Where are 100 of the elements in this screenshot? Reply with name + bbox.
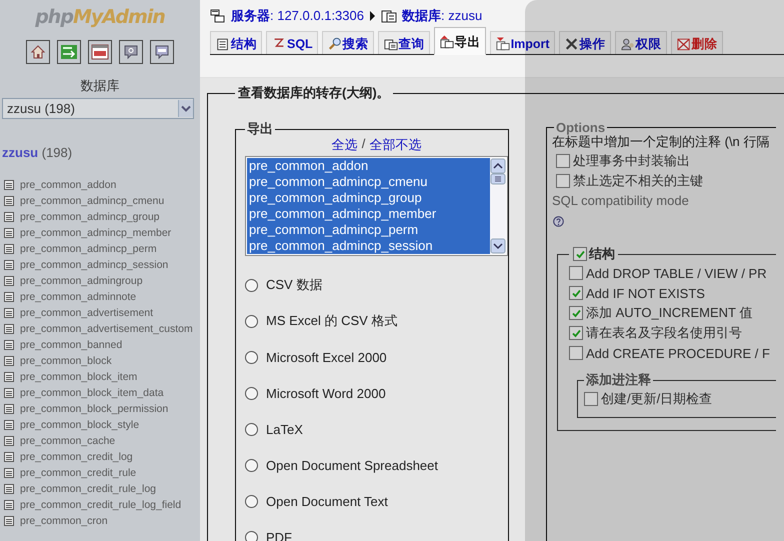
checkbox[interactable]	[569, 286, 583, 300]
checkbox[interactable]	[569, 346, 583, 360]
table-link[interactable]: pre_common_admincp_member	[20, 227, 172, 239]
exit-button[interactable]	[57, 40, 81, 64]
sql-button[interactable]	[88, 40, 112, 64]
radio-button[interactable]	[245, 314, 258, 328]
format-label[interactable]: LaTeX	[266, 422, 303, 436]
checkbox[interactable]	[556, 154, 570, 168]
table-link[interactable]: pre_common_admingroup	[20, 275, 143, 287]
table-icon[interactable]	[4, 340, 14, 350]
table-icon[interactable]	[4, 420, 14, 430]
table-link[interactable]: pre_common_cron	[20, 515, 108, 527]
checkbox-label[interactable]: 禁止选定不相关的主键	[573, 172, 703, 190]
radio-button[interactable]	[245, 530, 258, 541]
table-link[interactable]: pre_common_admincp_perm	[20, 243, 157, 255]
table-icon[interactable]	[4, 500, 14, 510]
database-link[interactable]: 数据库: zzusu	[402, 7, 482, 25]
table-link[interactable]: pre_common_admincp_group	[20, 211, 160, 223]
tab[interactable]: 操作	[558, 31, 611, 54]
table-option[interactable]: pre_common_addon	[247, 158, 490, 174]
checkbox[interactable]	[569, 306, 583, 320]
tab[interactable]: 权限	[614, 31, 667, 54]
table-link[interactable]: pre_common_advertisement	[20, 307, 154, 319]
table-link[interactable]: pre_common_block_style	[20, 419, 140, 431]
table-icon[interactable]	[4, 228, 14, 238]
checkbox-label[interactable]: Add DROP TABLE / VIEW / PR	[586, 266, 767, 280]
radio-button[interactable]	[245, 386, 258, 400]
table-icon[interactable]	[4, 244, 14, 254]
table-select-list[interactable]: pre_common_addon pre_common_admincp_cmenu pre_common_admincp_group pre_common_admincp_member pre_common_admincp_perm pre_common_admincp_session	[245, 156, 508, 256]
format-label[interactable]: MS Excel 的 CSV 格式	[266, 312, 398, 330]
table-link[interactable]: pre_common_adminnote	[20, 291, 136, 303]
table-icon[interactable]	[4, 436, 14, 446]
table-link[interactable]: pre_common_block_item	[20, 371, 138, 383]
tab[interactable]: 结构	[210, 31, 262, 54]
table-link[interactable]: pre_common_cache	[20, 435, 116, 447]
table-link[interactable]: pre_common_credit_rule_log	[20, 483, 156, 495]
server-link[interactable]: 服务器: 127.0.0.1:3306	[231, 7, 364, 25]
radio-button[interactable]	[245, 458, 258, 472]
radio-button[interactable]	[245, 278, 258, 292]
table-icon[interactable]	[4, 452, 14, 462]
table-link[interactable]: pre_common_advertisement_custom	[20, 323, 193, 335]
tab[interactable]: 查询	[378, 31, 430, 54]
checkbox-label[interactable]: 处理事务中封装输出	[573, 152, 690, 170]
tab[interactable]: SQL	[266, 31, 318, 54]
table-icon[interactable]	[4, 356, 14, 366]
database-select[interactable]: zzusu (198)	[2, 98, 194, 119]
checkbox-label[interactable]: 添加 AUTO_INCREMENT 值	[586, 304, 752, 322]
table-icon[interactable]	[4, 292, 14, 302]
help-icon[interactable]	[553, 216, 564, 227]
table-icon[interactable]	[4, 372, 14, 382]
table-link[interactable]: pre_common_block_permission	[20, 403, 168, 415]
checkbox[interactable]	[584, 392, 598, 406]
table-icon[interactable]	[4, 468, 14, 478]
table-icon[interactable]	[4, 196, 14, 206]
table-option[interactable]: pre_common_admincp_perm	[247, 222, 490, 238]
checkbox[interactable]	[569, 326, 583, 340]
format-label[interactable]: Microsoft Excel 2000	[266, 350, 387, 364]
table-option[interactable]: pre_common_admincp_cmenu	[247, 174, 490, 190]
table-link[interactable]: pre_common_credit_rule	[20, 467, 136, 479]
table-link[interactable]: pre_common_banned	[20, 339, 122, 351]
tab[interactable]: 删除	[670, 31, 723, 54]
table-icon[interactable]	[4, 180, 14, 190]
format-label[interactable]: Open Document Spreadsheet	[266, 458, 438, 472]
table-icon[interactable]	[4, 260, 14, 270]
structure-legend[interactable]: 结构	[589, 245, 615, 263]
table-icon[interactable]	[4, 308, 14, 318]
checkbox-label[interactable]: 创建/更新/日期检查	[601, 390, 712, 408]
checkbox-label[interactable]: Add CREATE PROCEDURE / F	[586, 346, 770, 360]
tab[interactable]: 导出	[434, 27, 486, 55]
table-icon[interactable]	[4, 516, 14, 526]
table-link[interactable]: pre_common_block_item_data	[20, 387, 164, 399]
format-label[interactable]: CSV 数据	[266, 276, 322, 294]
query-window-button[interactable]	[150, 40, 174, 64]
table-option[interactable]: pre_common_admincp_session	[247, 238, 490, 254]
table-link[interactable]: pre_common_credit_log	[20, 451, 133, 463]
checkbox-label[interactable]: 请在表名及字段名使用引号	[586, 324, 742, 342]
tab[interactable]: 搜索	[322, 31, 374, 54]
table-link[interactable]: pre_common_admincp_cmenu	[20, 195, 164, 207]
radio-button[interactable]	[245, 350, 258, 364]
database-link[interactable]: zzusu	[2, 145, 38, 160]
select-all-link[interactable]: 全选	[332, 136, 358, 154]
deselect-all-link[interactable]: 全部不选	[369, 136, 422, 154]
format-label[interactable]: Microsoft Word 2000	[266, 386, 386, 400]
tab[interactable]: Import	[490, 31, 555, 54]
radio-button[interactable]	[245, 494, 258, 508]
table-icon[interactable]	[4, 212, 14, 222]
table-icon[interactable]	[4, 484, 14, 494]
table-icon[interactable]	[4, 324, 14, 334]
table-icon[interactable]	[4, 388, 14, 398]
format-label[interactable]: Open Document Text	[266, 494, 388, 508]
table-link[interactable]: pre_common_block	[20, 355, 112, 367]
checkbox[interactable]	[573, 247, 587, 261]
radio-button[interactable]	[245, 422, 258, 436]
checkbox-label[interactable]: Add IF NOT EXISTS	[586, 286, 705, 300]
table-link[interactable]: pre_common_admincp_session	[20, 259, 168, 271]
dropdown-icon[interactable]	[178, 100, 193, 117]
table-icon[interactable]	[4, 404, 14, 414]
table-link[interactable]: pre_common_addon	[20, 179, 116, 191]
checkbox[interactable]	[569, 266, 583, 280]
checkbox[interactable]	[556, 174, 570, 188]
